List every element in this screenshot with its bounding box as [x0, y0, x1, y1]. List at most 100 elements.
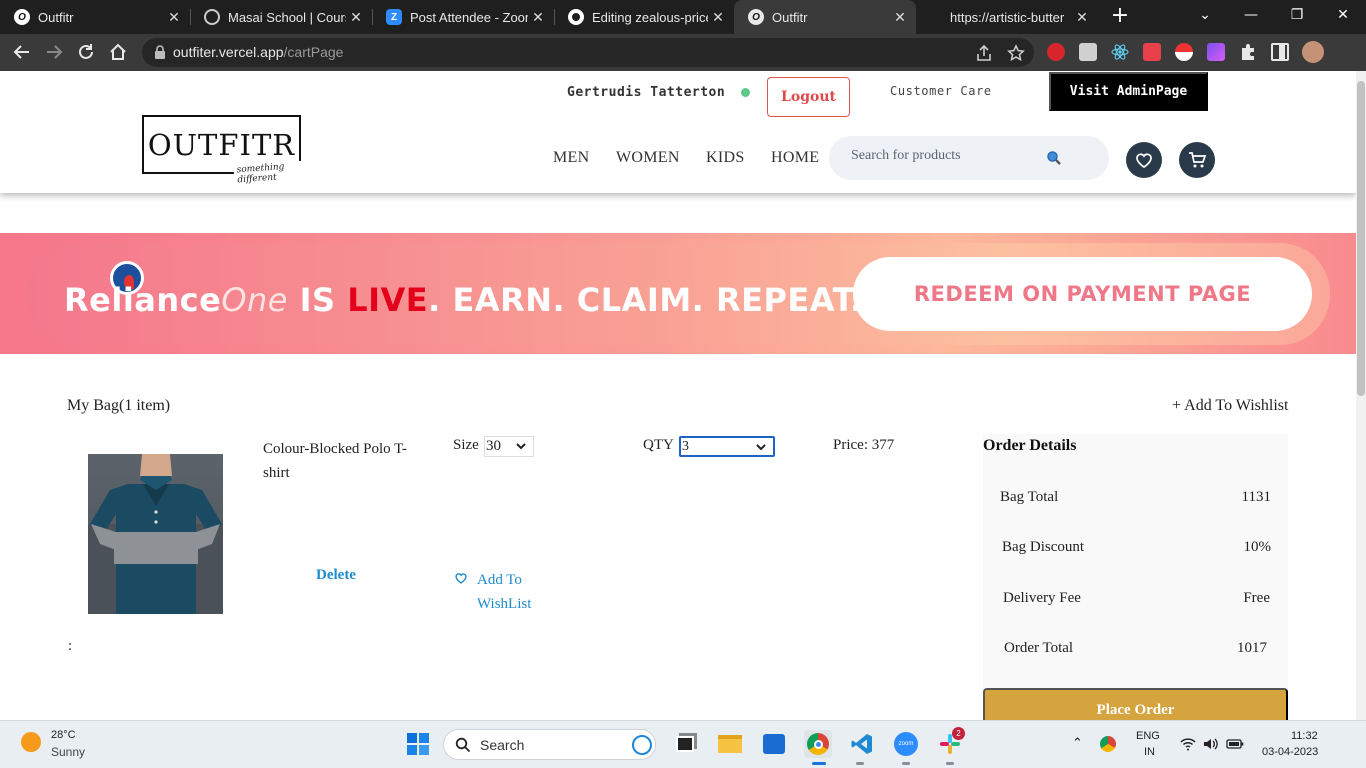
size-select[interactable]: 30	[484, 436, 534, 457]
battery-icon[interactable]	[1224, 730, 1246, 758]
qty-select[interactable]: 3	[679, 436, 775, 457]
slack-icon[interactable]: 2	[936, 727, 965, 758]
site-header: Gertrudis Tatterton Logout Customer Care…	[0, 71, 1356, 193]
outfitr-icon: O	[748, 9, 764, 25]
bag-total-label: Bag Total	[1000, 489, 1059, 505]
clock-date[interactable]: 03-04-2023	[1262, 746, 1318, 758]
side-panel-icon[interactable]	[1271, 43, 1289, 61]
new-tab-icon[interactable]: +	[1108, 5, 1132, 29]
search-icon	[455, 737, 471, 753]
weather-desc[interactable]: Sunny	[51, 745, 85, 759]
task-view-icon[interactable]	[671, 730, 699, 758]
reload-icon[interactable]	[74, 40, 98, 64]
language-indicator[interactable]: ENG	[1136, 730, 1160, 742]
window-close-icon[interactable]: ✕	[1320, 0, 1366, 30]
banner-cta[interactable]: REDEEM ON PAYMENT PAGE	[853, 257, 1312, 331]
bag-discount-label: Bag Discount	[1002, 539, 1085, 555]
extensions-puzzle-icon[interactable]	[1239, 43, 1257, 61]
weather-temp[interactable]: 28°C	[51, 729, 76, 741]
zoom-taskbar-icon[interactable]: zoom	[892, 730, 920, 758]
page-scrollbar[interactable]	[1356, 71, 1366, 720]
wishlist-heart-button[interactable]	[1126, 142, 1162, 178]
sun-icon[interactable]	[21, 732, 41, 752]
minimize-icon[interactable]: —	[1228, 0, 1274, 30]
promo-banner[interactable]: RelianceOne IS LIVE. EARN. CLAIM. REPEAT…	[0, 233, 1356, 354]
github-icon	[568, 9, 584, 25]
extension-page-icon[interactable]	[1079, 43, 1097, 61]
customer-care-link[interactable]: Customer Care	[890, 84, 992, 98]
add-to-wishlist-button[interactable]: Add To WishList	[477, 568, 557, 616]
nav-women[interactable]: WOMEN	[616, 149, 680, 167]
close-icon[interactable]: ✕	[528, 9, 548, 26]
tab-search-chevron-icon[interactable]: ⌄	[1182, 0, 1228, 30]
close-icon[interactable]: ✕	[708, 9, 728, 26]
item-price: Price: 377	[833, 437, 895, 453]
product-image[interactable]	[88, 454, 223, 614]
scroll-thumb[interactable]	[1357, 81, 1365, 396]
taskbar-search[interactable]: Search	[443, 729, 656, 760]
start-windows-icon[interactable]	[404, 730, 432, 758]
tab-outfitr[interactable]: O Outfitr ✕	[0, 0, 190, 34]
ms-store-icon[interactable]	[760, 730, 788, 758]
chevron-down-icon	[516, 443, 526, 450]
delete-button[interactable]: Delete	[316, 567, 356, 584]
tab-zoom[interactable]: Z Post Attendee - Zoom ✕	[372, 0, 554, 34]
wifi-icon[interactable]	[1178, 730, 1198, 758]
logo-tagline: something different	[233, 160, 309, 186]
tray-chevron-up-icon[interactable]: ⌃	[1072, 735, 1083, 751]
share-icon[interactable]	[975, 44, 993, 62]
site-logo[interactable]: OUTFITR something different	[140, 113, 309, 186]
tab-artistic[interactable]: https://artistic-butter ✕	[916, 0, 1098, 34]
bookmark-star-icon[interactable]	[1007, 44, 1025, 62]
forward-arrow-icon[interactable]	[42, 40, 66, 64]
qty-label: QTY	[643, 437, 674, 453]
close-icon[interactable]: ✕	[1072, 9, 1092, 26]
place-order-button[interactable]: Place Order	[983, 688, 1288, 720]
close-icon[interactable]: ✕	[346, 9, 366, 26]
tab-masai[interactable]: Masai School | Course ✕	[190, 0, 372, 34]
close-icon[interactable]: ✕	[890, 9, 910, 26]
pokeball-icon[interactable]	[1175, 43, 1193, 61]
search-box	[829, 136, 1109, 180]
volume-icon[interactable]	[1201, 730, 1221, 758]
online-status-dot	[741, 88, 750, 97]
order-details-panel: Order Details Bag Total 1131 Bag Discoun…	[983, 434, 1288, 689]
zoom-icon: Z	[386, 9, 402, 25]
profile-avatar[interactable]	[1302, 41, 1324, 63]
stray-colon: :	[68, 638, 73, 654]
bag-total-value: 1131	[1241, 489, 1271, 505]
page-viewport: Gertrudis Tatterton Logout Customer Care…	[0, 71, 1356, 720]
back-arrow-icon[interactable]	[10, 40, 34, 64]
clock-time[interactable]: 11:32	[1291, 730, 1318, 742]
close-icon[interactable]: ✕	[164, 9, 184, 26]
extension-color-icon[interactable]	[1207, 43, 1225, 61]
tab-github[interactable]: Editing zealous-price- ✕	[554, 0, 734, 34]
heart-icon[interactable]	[454, 571, 468, 585]
cart-button[interactable]	[1179, 142, 1215, 178]
add-to-wishlist-link[interactable]: + Add To Wishlist	[1172, 397, 1288, 415]
search-input[interactable]	[851, 148, 1051, 164]
order-total-value: 1017	[1237, 640, 1267, 656]
nav-men[interactable]: MEN	[553, 149, 589, 167]
react-devtools-icon[interactable]	[1111, 43, 1129, 61]
visit-admin-button[interactable]: Visit AdminPage	[1049, 72, 1208, 111]
address-bar[interactable]: outfiter.vercel.app/cartPage	[142, 38, 1034, 67]
chrome-taskbar-icon[interactable]	[804, 730, 832, 758]
tab-outfitr-active[interactable]: O Outfitr ✕	[734, 0, 916, 34]
windows-taskbar: 28°C Sunny Search zoom 2 ⌃ ENG IN 11:32 …	[0, 720, 1366, 768]
maximize-icon[interactable]: ❐	[1274, 0, 1320, 30]
product-name[interactable]: Colour-Blocked Polo T-shirt	[263, 437, 413, 485]
home-icon[interactable]	[106, 40, 130, 64]
order-details-title: Order Details	[983, 437, 1077, 454]
vscode-icon[interactable]	[848, 730, 876, 758]
logout-button[interactable]: Logout	[767, 77, 850, 117]
extension-grid-icon[interactable]	[1143, 43, 1161, 61]
bag-discount-value: 10%	[1243, 539, 1272, 555]
chrome-tray-icon[interactable]	[1098, 730, 1118, 758]
browser-tab-strip: O Outfitr ✕ Masai School | Course ✕ Z Po…	[0, 0, 1366, 34]
extension-stop-icon[interactable]	[1047, 43, 1065, 61]
file-explorer-icon[interactable]	[716, 730, 744, 758]
nav-home[interactable]: HOME	[771, 149, 819, 167]
nav-kids[interactable]: KIDS	[706, 149, 745, 167]
search-icon[interactable]	[1046, 150, 1062, 166]
